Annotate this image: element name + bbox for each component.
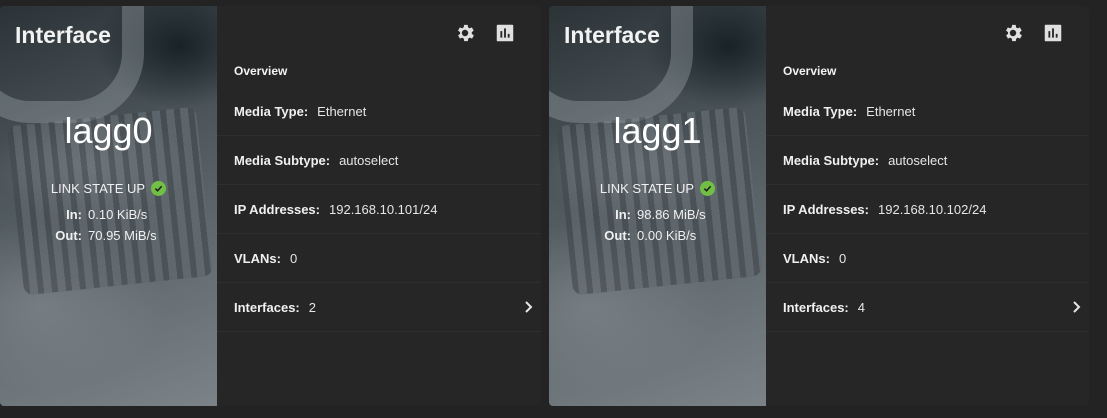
chevron-right-icon[interactable] — [523, 300, 535, 314]
media-type-label: Media Type: — [234, 103, 309, 119]
ip-addresses-value: 192.168.10.101/24 — [329, 201, 438, 217]
gear-icon[interactable] — [454, 22, 476, 44]
overview-heading: Overview — [783, 64, 837, 78]
interfaces-row[interactable]: Interfaces: 2 — [217, 283, 541, 332]
media-type-label: Media Type: — [783, 103, 858, 119]
interface-details: Overview Media Type: Ethernet Media Subt… — [766, 6, 1089, 406]
interface-hero-image: Interface lagg1 LINK STATE UP In: 98.86 … — [549, 6, 766, 406]
media-subtype-row: Media Subtype: autoselect — [766, 136, 1089, 185]
vlans-value: 0 — [289, 250, 298, 266]
interface-card-lagg0: Interface lagg0 LINK STATE UP In: 0.10 K… — [0, 6, 541, 406]
link-state: LINK STATE UP — [0, 181, 217, 196]
ip-addresses-row: IP Addresses: 192.168.10.101/24 — [217, 185, 541, 234]
traffic-in-label: In: — [615, 207, 631, 222]
link-state-label: LINK STATE UP — [599, 181, 695, 196]
media-subtype-label: Media Subtype: — [783, 152, 880, 168]
check-circle-icon — [700, 181, 716, 196]
interfaces-label: Interfaces: — [783, 299, 849, 315]
link-state-label: LINK STATE UP — [50, 181, 146, 196]
chevron-right-icon[interactable] — [1071, 300, 1083, 314]
interface-details: Overview Media Type: Ethernet Media Subt… — [217, 6, 541, 406]
interface-name: lagg1 — [613, 110, 702, 151]
interface-hero-image: Interface lagg0 LINK STATE UP In: 0.10 K… — [0, 6, 217, 406]
vlans-row: VLANs: 0 — [766, 234, 1089, 283]
media-type-value: Ethernet — [866, 103, 916, 119]
media-subtype-row: Media Subtype: autoselect — [217, 136, 541, 185]
media-type-row: Media Type: Ethernet — [217, 87, 541, 136]
interface-name: lagg0 — [64, 110, 153, 151]
vlans-row: VLANs: 0 — [217, 234, 541, 283]
check-circle-icon — [151, 181, 167, 196]
traffic-out-value: 0.00 KiB/s — [637, 228, 697, 243]
gear-icon[interactable] — [1002, 22, 1024, 44]
card-title: Interface — [564, 22, 660, 48]
interface-card-lagg1: Interface lagg1 LINK STATE UP In: 98.86 … — [549, 6, 1089, 406]
card-title: Interface — [15, 22, 111, 48]
ip-addresses-label: IP Addresses: — [234, 201, 320, 217]
traffic-in-value: 98.86 MiB/s — [637, 207, 706, 222]
traffic-out-label: Out: — [55, 228, 82, 243]
ip-addresses-value: 192.168.10.102/24 — [878, 201, 987, 217]
media-type-value: Ethernet — [317, 103, 367, 119]
vlans-label: VLANs: — [234, 250, 281, 266]
interfaces-row[interactable]: Interfaces: 4 — [766, 283, 1089, 332]
traffic-in-label: In: — [66, 207, 82, 222]
interfaces-value: 2 — [308, 299, 316, 315]
interfaces-value: 4 — [857, 299, 865, 315]
bar-chart-icon[interactable] — [1042, 22, 1064, 44]
link-state: LINK STATE UP — [549, 181, 766, 196]
traffic-in-value: 0.10 KiB/s — [88, 207, 148, 222]
interfaces-label: Interfaces: — [234, 299, 300, 315]
ip-addresses-row: IP Addresses: 192.168.10.102/24 — [766, 185, 1089, 234]
media-subtype-value: autoselect — [888, 152, 948, 168]
traffic-out-value: 70.95 MiB/s — [88, 228, 157, 243]
traffic-out-label: Out: — [604, 228, 631, 243]
media-subtype-value: autoselect — [339, 152, 399, 168]
media-type-row: Media Type: Ethernet — [766, 87, 1089, 136]
vlans-label: VLANs: — [783, 250, 830, 266]
bar-chart-icon[interactable] — [494, 22, 516, 44]
media-subtype-label: Media Subtype: — [234, 152, 331, 168]
ip-addresses-label: IP Addresses: — [783, 201, 869, 217]
vlans-value: 0 — [838, 250, 847, 266]
overview-heading: Overview — [234, 64, 288, 78]
